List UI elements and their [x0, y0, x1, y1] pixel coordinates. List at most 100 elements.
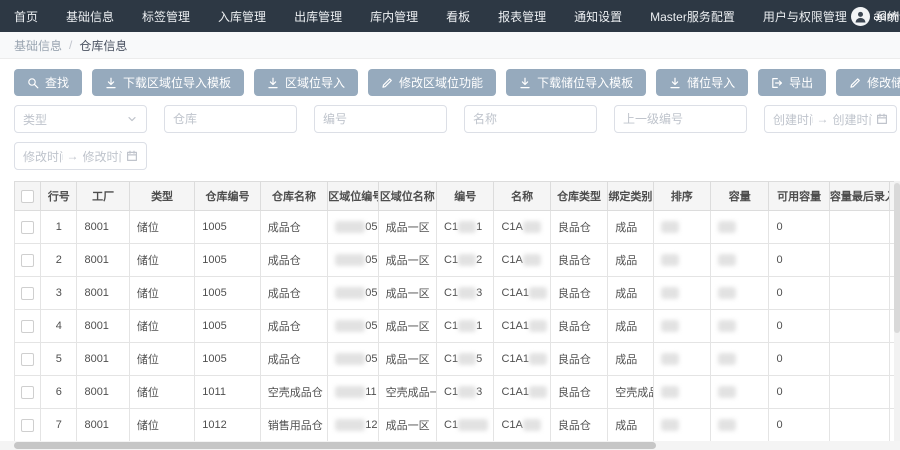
redacted-value	[661, 287, 679, 299]
cell: C1A1	[494, 310, 550, 343]
toolbar-button-7[interactable]: 修改储位功能	[836, 69, 900, 96]
cell	[653, 310, 710, 343]
horizontal-scrollbar[interactable]	[0, 441, 900, 450]
filter-input-3[interactable]	[623, 112, 738, 126]
cell: 良品仓	[550, 343, 607, 376]
cell: 6	[41, 376, 77, 409]
redacted-value	[529, 287, 547, 299]
row-checkbox-2[interactable]	[21, 287, 34, 300]
cell	[653, 376, 710, 409]
toolbar-button-2[interactable]: 区域位导入	[254, 69, 358, 96]
cell: 0	[769, 244, 829, 277]
user-avatar-icon	[851, 7, 870, 26]
user-menu[interactable]: admin	[851, 0, 900, 32]
nav-item-8[interactable]: 通知设置	[574, 8, 622, 25]
cell	[711, 310, 769, 343]
cell: 1005	[195, 211, 260, 244]
date-end-placeholder: 创建时间...	[833, 111, 873, 128]
horizontal-scrollbar-thumb[interactable]	[14, 442, 656, 449]
redacted-value	[529, 320, 547, 332]
filter-input-1[interactable]	[323, 112, 438, 126]
cell: 8001	[77, 376, 129, 409]
redacted-value	[661, 221, 679, 233]
vertical-scrollbar[interactable]	[894, 181, 900, 441]
filter-input-2[interactable]	[473, 112, 588, 126]
redacted-value	[335, 254, 365, 266]
cell	[653, 211, 710, 244]
date-range-1[interactable]: 修改时间...→修改时间...	[14, 142, 147, 170]
cell: 05	[328, 310, 378, 343]
cell	[653, 277, 710, 310]
toolbar-button-1[interactable]: 下载区域位导入模板	[92, 69, 244, 96]
col-header-1: 工厂	[77, 182, 129, 211]
select-all-header	[15, 182, 41, 211]
col-header-0: 行号	[41, 182, 77, 211]
cell	[711, 277, 769, 310]
cell: 12	[328, 409, 378, 442]
cell: 成品一区	[378, 244, 436, 277]
toolbar-button-6[interactable]: 导出	[758, 69, 826, 96]
filter-input-0[interactable]	[173, 112, 288, 126]
col-header-7: 编号	[437, 182, 494, 211]
breadcrumb-parent[interactable]: 基础信息	[14, 37, 62, 54]
cell: 储位	[129, 277, 194, 310]
nav-item-3[interactable]: 入库管理	[218, 8, 266, 25]
row-checkbox-6[interactable]	[21, 419, 34, 432]
cell: 0	[769, 211, 829, 244]
redacted-value	[718, 254, 736, 266]
date-start-placeholder: 创建时间...	[773, 111, 813, 128]
nav-item-6[interactable]: 看板	[446, 8, 470, 25]
type-select[interactable]: 类型	[14, 105, 147, 133]
cell: 储位	[129, 244, 194, 277]
edit-icon	[381, 77, 393, 89]
cell: 11	[328, 376, 378, 409]
nav-item-0[interactable]: 首页	[14, 8, 38, 25]
toolbar-button-5[interactable]: 储位导入	[656, 69, 748, 96]
toolbar-button-4[interactable]: 下载储位导入模板	[506, 69, 646, 96]
cell: 8001	[77, 409, 129, 442]
row-checkbox-1[interactable]	[21, 254, 34, 267]
vertical-scrollbar-thumb[interactable]	[894, 183, 900, 333]
toolbar-button-label: 储位导入	[687, 74, 735, 91]
download-icon	[519, 77, 531, 89]
cell: 5	[41, 343, 77, 376]
cell: C1A	[494, 211, 550, 244]
toolbar-button-label: 修改区域位功能	[399, 74, 483, 91]
row-select-cell	[15, 409, 41, 442]
col-header-8: 名称	[494, 182, 550, 211]
redacted-value	[661, 254, 679, 266]
row-checkbox-0[interactable]	[21, 221, 34, 234]
row-checkbox-4[interactable]	[21, 353, 34, 366]
nav-item-1[interactable]: 基础信息	[66, 8, 114, 25]
cell: 销售用品仓	[260, 409, 327, 442]
redacted-value	[335, 287, 365, 299]
row-select-cell	[15, 211, 41, 244]
redacted-value	[335, 353, 365, 365]
toolbar-button-0[interactable]: 查找	[14, 69, 82, 96]
cell: C11	[437, 211, 494, 244]
cell: 良品仓	[550, 211, 607, 244]
username-label: admin	[873, 9, 900, 23]
cell: 1	[41, 211, 77, 244]
row-checkbox-5[interactable]	[21, 386, 34, 399]
cell: 空壳成品一区	[378, 376, 436, 409]
row-checkbox-3[interactable]	[21, 320, 34, 333]
nav-item-7[interactable]: 报表管理	[498, 8, 546, 25]
toolbar-button-3[interactable]: 修改区域位功能	[368, 69, 496, 96]
nav-item-4[interactable]: 出库管理	[294, 8, 342, 25]
nav-item-9[interactable]: Master服务配置	[650, 8, 735, 25]
redacted-value	[335, 221, 365, 233]
cell: 1005	[195, 244, 260, 277]
nav-item-2[interactable]: 标签管理	[142, 8, 190, 25]
col-header-13: 可用容量	[769, 182, 829, 211]
cell: 0	[769, 343, 829, 376]
select-all-checkbox[interactable]	[21, 190, 34, 203]
cell	[829, 343, 889, 376]
nav-item-5[interactable]: 库内管理	[370, 8, 418, 25]
date-range-0[interactable]: 创建时间...→创建时间...	[764, 105, 897, 133]
cell: 8001	[77, 277, 129, 310]
cell	[711, 376, 769, 409]
nav-item-10[interactable]: 用户与权限管理	[763, 8, 847, 25]
cell: 成品	[608, 277, 653, 310]
cell: C12	[437, 244, 494, 277]
